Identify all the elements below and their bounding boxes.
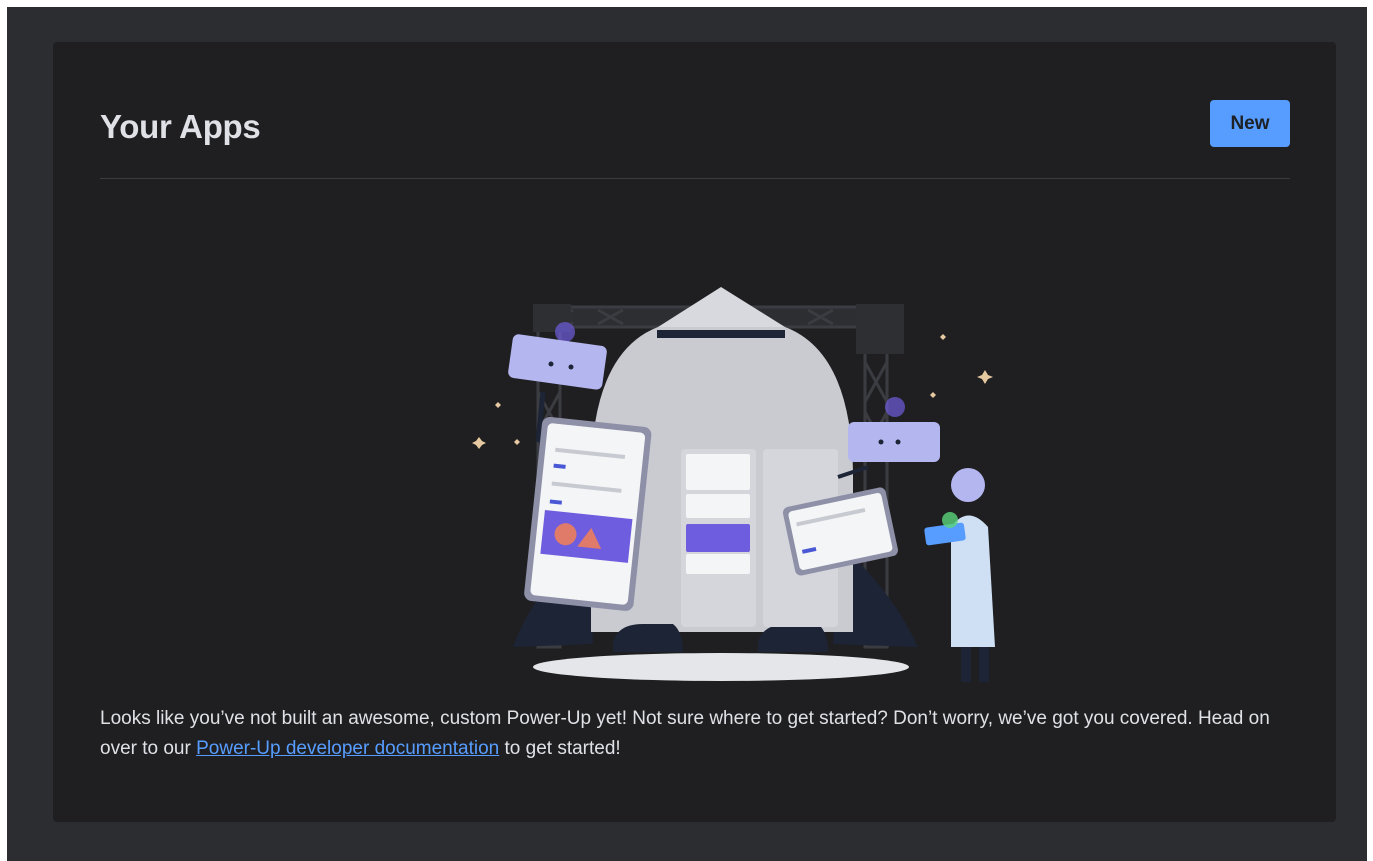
- rocket-base: [533, 653, 909, 681]
- new-app-button[interactable]: New: [1210, 100, 1290, 147]
- tablet-left: [524, 417, 652, 611]
- empty-state-message: Looks like you’ve not built an awesome, …: [100, 704, 1300, 764]
- page-frame: Your Apps New Looks like you’ve not buil…: [7, 7, 1367, 861]
- robot-right: [837, 397, 940, 479]
- person-figure: [924, 468, 995, 682]
- scaffold-block-right: [856, 304, 904, 354]
- empty-state-text-end: to get started!: [499, 738, 621, 759]
- rocket-with-robots-illustration: [472, 287, 995, 682]
- developer-docs-link[interactable]: Power-Up developer documentation: [196, 738, 499, 759]
- rocket-band: [657, 330, 785, 338]
- page-title: Your Apps: [100, 108, 261, 145]
- apps-card: Your Apps New Looks like you’ve not buil…: [53, 42, 1336, 822]
- apps-header: Your Apps New: [100, 94, 1290, 179]
